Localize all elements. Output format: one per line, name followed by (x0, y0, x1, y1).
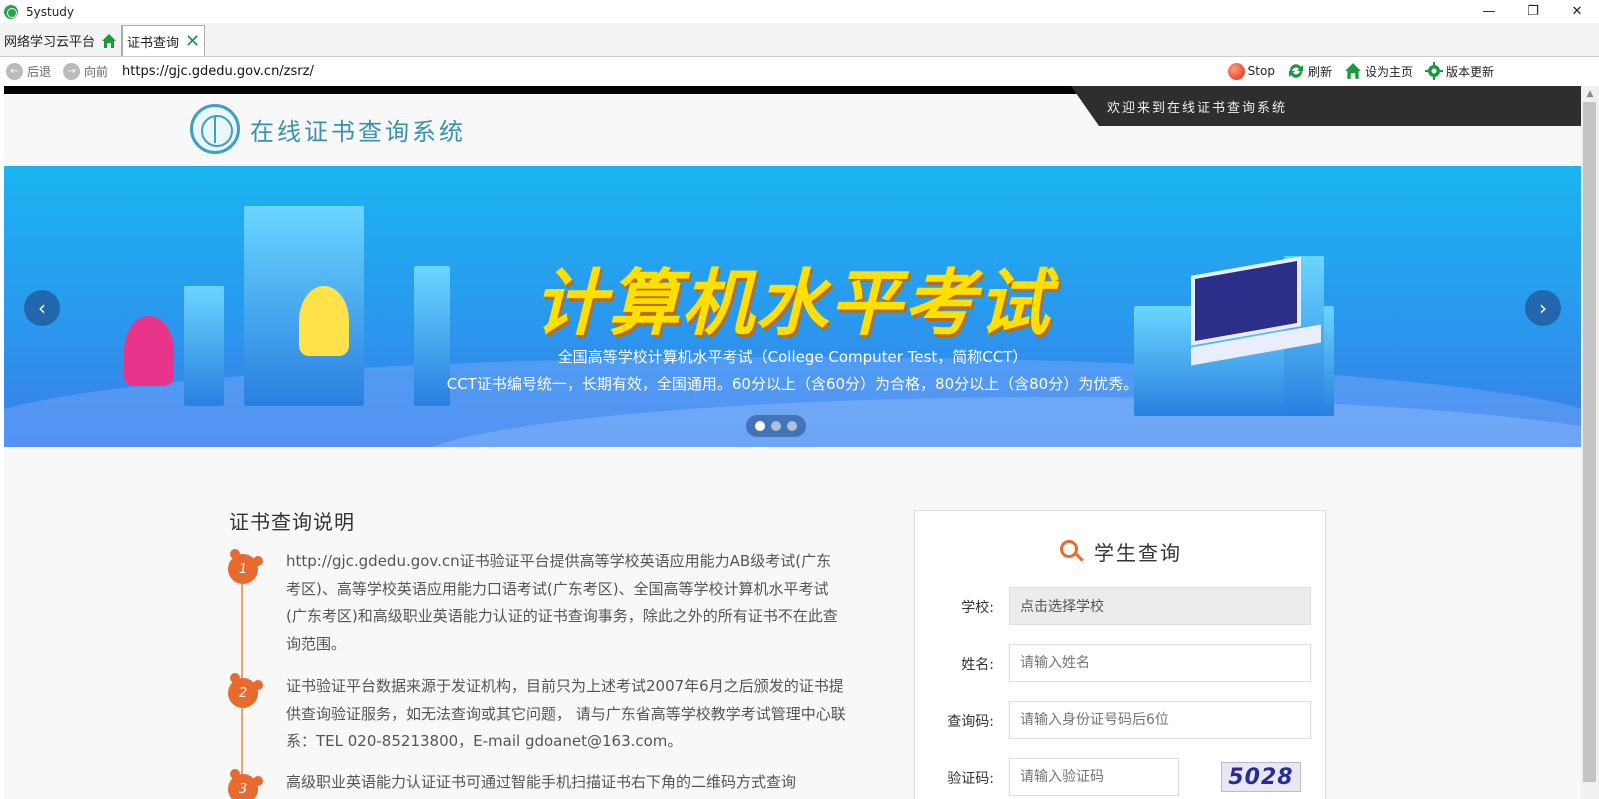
search-icon (1060, 539, 1084, 564)
stop-button[interactable]: Stop (1227, 62, 1275, 80)
carousel-dot[interactable] (787, 421, 797, 431)
app-logo-icon (4, 4, 18, 19)
back-arrow-icon: ← (6, 62, 23, 80)
step-marker: 1 (228, 549, 263, 584)
refresh-icon (1288, 64, 1303, 78)
forward-label: 向前 (84, 64, 109, 79)
banner-prev-button[interactable]: ‹ (24, 290, 60, 326)
tab-certificate-query[interactable]: 证书查询 ✕ (122, 25, 206, 56)
refresh-button[interactable]: 刷新 (1287, 62, 1332, 80)
captcha-label: 验证码: (947, 771, 994, 787)
tab-learning-platform[interactable]: 网络学习云平台 (0, 25, 123, 56)
refresh-label: 刷新 (1307, 64, 1332, 79)
scrollbar-thumb[interactable] (1583, 102, 1596, 782)
seal-logo-icon (190, 104, 240, 154)
home-icon (101, 33, 117, 49)
carousel-indicators (746, 415, 806, 437)
captcha-input[interactable] (1009, 758, 1179, 796)
url-input[interactable]: https://gjc.gdedu.gov.cn/zsrz/ (122, 64, 314, 79)
student-query-panel: 学生查询 学校: 点击选择学校 姓名: 查询码: 验证码: 5028 (914, 510, 1326, 799)
code-label: 查询码: (947, 714, 994, 730)
instruction-item: 高级职业英语能力认证证书可通过智能手机扫描证书右下角的二维码方式查询 (286, 773, 797, 791)
tab-label: 网络学习云平台 (4, 35, 96, 50)
hero-banner: 计算机水平考试 全国高等学校计算机水平考试（College Computer T… (4, 166, 1581, 447)
close-tab-icon[interactable]: ✕ (185, 31, 200, 52)
window-controls: — ❐ ✕ (1467, 0, 1599, 23)
banner-next-button[interactable]: › (1525, 290, 1561, 326)
tab-label: 证书查询 (127, 35, 180, 51)
update-label: 版本更新 (1445, 64, 1494, 79)
name-row: 姓名: (915, 644, 1327, 682)
site-title: 在线证书查询系统 (250, 117, 466, 146)
query-code-input[interactable] (1009, 701, 1311, 739)
back-button[interactable]: ← 后退 (6, 62, 52, 80)
vertical-scrollbar[interactable]: ▲ (1581, 86, 1599, 799)
tab-bar: 网络学习云平台 证书查询 ✕ (0, 23, 1599, 57)
step-marker: 3 (228, 769, 263, 799)
page-viewport: 欢迎来到在线证书查询系统 在线证书查询系统 计算机水平考试 全国高等学校计算机水… (4, 86, 1581, 799)
set-homepage-button[interactable]: 设为主页 (1344, 62, 1413, 80)
stop-label: Stop (1247, 64, 1275, 78)
window-titlebar: 5ystudy — ❐ ✕ (0, 0, 1599, 23)
school-select[interactable]: 点击选择学校 (1009, 587, 1311, 625)
homepage-label: 设为主页 (1364, 64, 1413, 79)
carousel-dot[interactable] (771, 421, 781, 431)
instructions-title: 证书查询说明 (229, 510, 355, 534)
window-title: 5ystudy (26, 4, 75, 19)
toolbar: Stop 刷新 设为主页 版本更新 (1227, 57, 1494, 85)
name-input[interactable] (1009, 644, 1311, 682)
stop-icon (1227, 62, 1245, 80)
banner-title: 计算机水平考试 (533, 261, 1052, 345)
gear-icon (1424, 62, 1443, 80)
code-row: 查询码: (915, 701, 1327, 739)
captcha-image[interactable]: 5028 (1221, 762, 1301, 792)
panel-header: 学生查询 (915, 537, 1327, 566)
welcome-banner: 欢迎来到在线证书查询系统 (1071, 86, 1581, 126)
site-logo[interactable]: 在线证书查询系统 (190, 104, 466, 154)
instruction-item: http://gjc.gdedu.gov.cn证书验证平台提供高等学校英语应用能… (286, 552, 838, 653)
instruction-item: 证书验证平台数据来源于发证机构，目前只为上述考试2007年6月之后颁发的证书提供… (286, 677, 846, 750)
school-row: 学校: 点击选择学校 (915, 587, 1327, 625)
restore-button[interactable]: ❐ (1511, 0, 1555, 23)
school-label: 学校: (961, 600, 994, 616)
back-label: 后退 (27, 64, 52, 79)
name-label: 姓名: (961, 657, 994, 673)
carousel-dot[interactable] (755, 421, 765, 431)
scroll-up-icon[interactable]: ▲ (1581, 86, 1599, 102)
update-button[interactable]: 版本更新 (1424, 62, 1494, 80)
forward-button[interactable]: → 向前 (63, 62, 109, 80)
forward-arrow-icon: → (63, 62, 81, 80)
address-bar: ← 后退 → 向前 https://gjc.gdedu.gov.cn/zsrz/… (0, 57, 1599, 85)
banner-subtitle: CCT证书编号统一，长期有效，全国通用。60分以上（含60分）为合格，80分以上… (446, 375, 1139, 393)
close-window-button[interactable]: ✕ (1555, 0, 1599, 23)
banner-subtitle: 全国高等学校计算机水平考试（College Computer Test，简称CC… (557, 348, 1028, 366)
captcha-row: 验证码: 5028 (915, 758, 1327, 796)
home-icon (1345, 63, 1361, 79)
panel-title: 学生查询 (1094, 541, 1182, 565)
minimize-button[interactable]: — (1467, 0, 1511, 23)
step-marker: 2 (228, 673, 263, 708)
